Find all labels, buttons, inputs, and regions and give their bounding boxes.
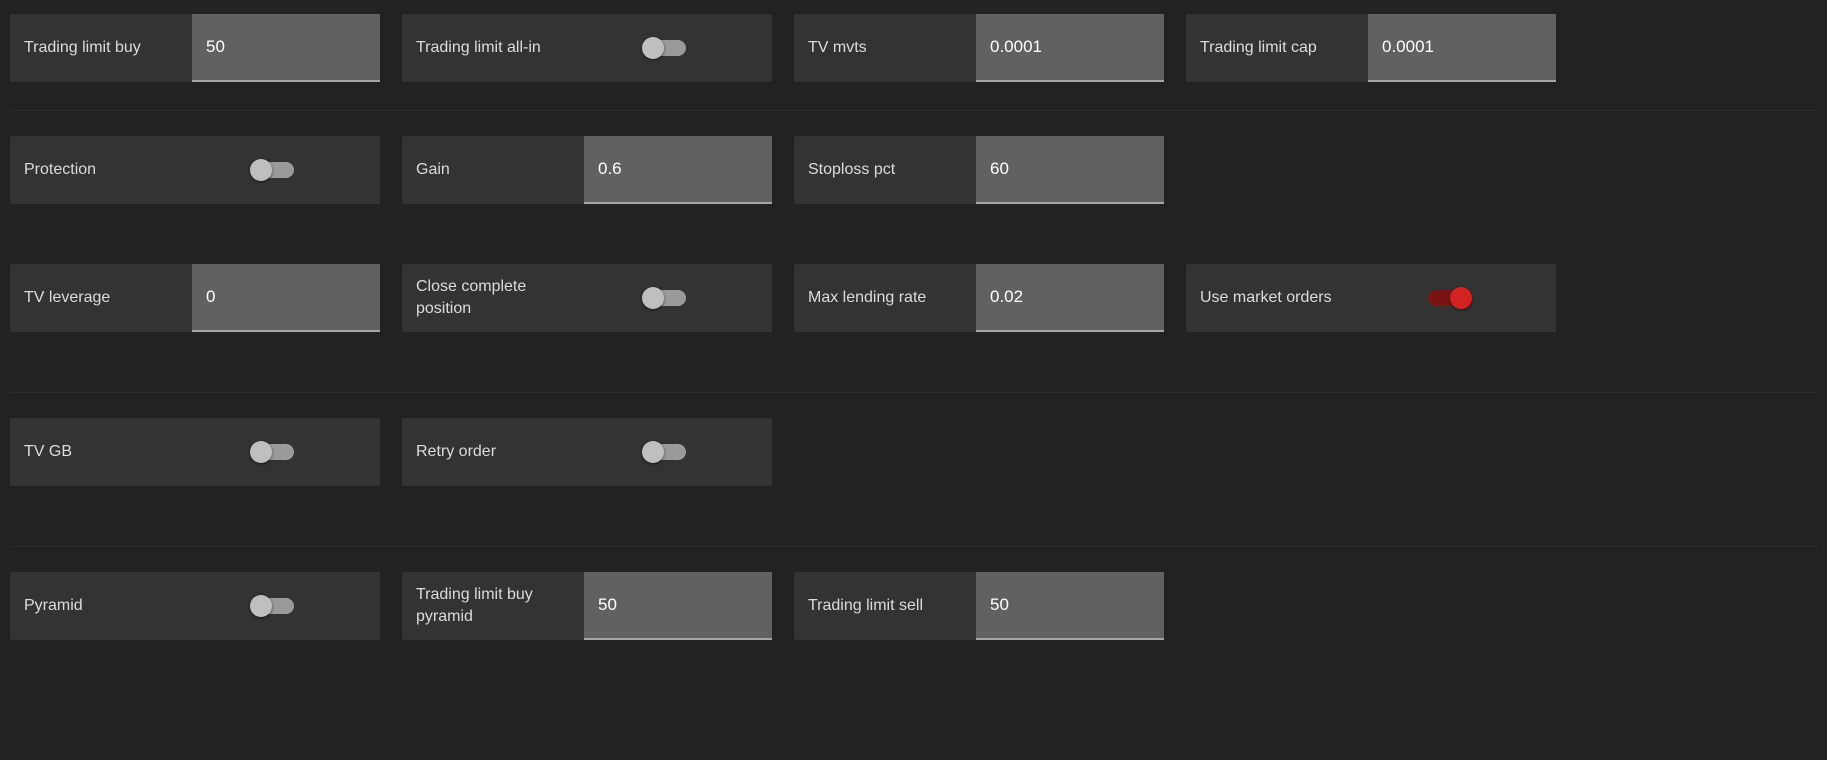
label-tv-mvts: TV mvts xyxy=(794,37,976,59)
section-1-row-2: Protection Gain Stoploss pct xyxy=(10,110,1817,264)
label-trading-limit-cap: Trading limit cap xyxy=(1186,37,1368,59)
card-tv-mvts: TV mvts xyxy=(794,14,1164,82)
card-retry-order: Retry order xyxy=(402,418,772,486)
card-close-complete-position: Close complete position xyxy=(402,264,772,332)
card-trading-limit-sell: Trading limit sell xyxy=(794,572,1164,640)
card-trading-limit-buy-pyramid: Trading limit buy pyramid xyxy=(402,572,772,640)
section-4: Pyramid Trading limit buy pyramid Tradin… xyxy=(10,546,1817,660)
label-gain: Gain xyxy=(402,159,584,181)
input-max-lending-rate[interactable] xyxy=(976,264,1164,332)
toggle-tv-gb[interactable] xyxy=(252,444,294,460)
label-protection: Protection xyxy=(10,159,192,181)
label-trading-limit-buy: Trading limit buy xyxy=(10,37,192,59)
card-tv-gb: TV GB xyxy=(10,418,380,486)
label-trading-limit-sell: Trading limit sell xyxy=(794,595,976,617)
toggle-protection[interactable] xyxy=(252,162,294,178)
label-close-complete-position: Close complete position xyxy=(402,276,584,319)
input-trading-limit-sell[interactable] xyxy=(976,572,1164,640)
input-trading-limit-buy-pyramid[interactable] xyxy=(584,572,772,640)
label-tv-leverage: TV leverage xyxy=(10,287,192,309)
section-1: Trading limit buy Trading limit all-in T… xyxy=(10,14,1817,264)
card-tv-leverage: TV leverage xyxy=(10,264,380,332)
label-max-lending-rate: Max lending rate xyxy=(794,287,976,309)
toggle-trading-limit-all-in[interactable] xyxy=(644,40,686,56)
card-trading-limit-all-in: Trading limit all-in xyxy=(402,14,772,82)
label-trading-limit-buy-pyramid: Trading limit buy pyramid xyxy=(402,584,584,627)
card-stoploss-pct: Stoploss pct xyxy=(794,136,1164,204)
section-3: TV GB Retry order xyxy=(10,392,1817,546)
input-trading-limit-buy[interactable] xyxy=(192,14,380,82)
card-protection: Protection xyxy=(10,136,380,204)
card-pyramid: Pyramid xyxy=(10,572,380,640)
toggle-use-market-orders[interactable] xyxy=(1428,290,1470,306)
input-stoploss-pct[interactable] xyxy=(976,136,1164,204)
section-1-row-1: Trading limit buy Trading limit all-in T… xyxy=(10,14,1817,82)
label-stoploss-pct: Stoploss pct xyxy=(794,159,976,181)
card-max-lending-rate: Max lending rate xyxy=(794,264,1164,332)
label-tv-gb: TV GB xyxy=(10,441,192,463)
input-tv-leverage[interactable] xyxy=(192,264,380,332)
card-trading-limit-buy: Trading limit buy xyxy=(10,14,380,82)
toggle-pyramid[interactable] xyxy=(252,598,294,614)
input-tv-mvts[interactable] xyxy=(976,14,1164,82)
input-gain[interactable] xyxy=(584,136,772,204)
label-retry-order: Retry order xyxy=(402,441,584,463)
input-trading-limit-cap[interactable] xyxy=(1368,14,1556,82)
card-gain: Gain xyxy=(402,136,772,204)
toggle-retry-order[interactable] xyxy=(644,444,686,460)
label-trading-limit-all-in: Trading limit all-in xyxy=(402,37,584,59)
section-2: TV leverage Close complete position Max … xyxy=(10,264,1817,392)
card-use-market-orders: Use market orders xyxy=(1186,264,1556,332)
toggle-close-complete-position[interactable] xyxy=(644,290,686,306)
label-pyramid: Pyramid xyxy=(10,595,192,617)
label-use-market-orders: Use market orders xyxy=(1186,287,1368,309)
card-trading-limit-cap: Trading limit cap xyxy=(1186,14,1556,82)
